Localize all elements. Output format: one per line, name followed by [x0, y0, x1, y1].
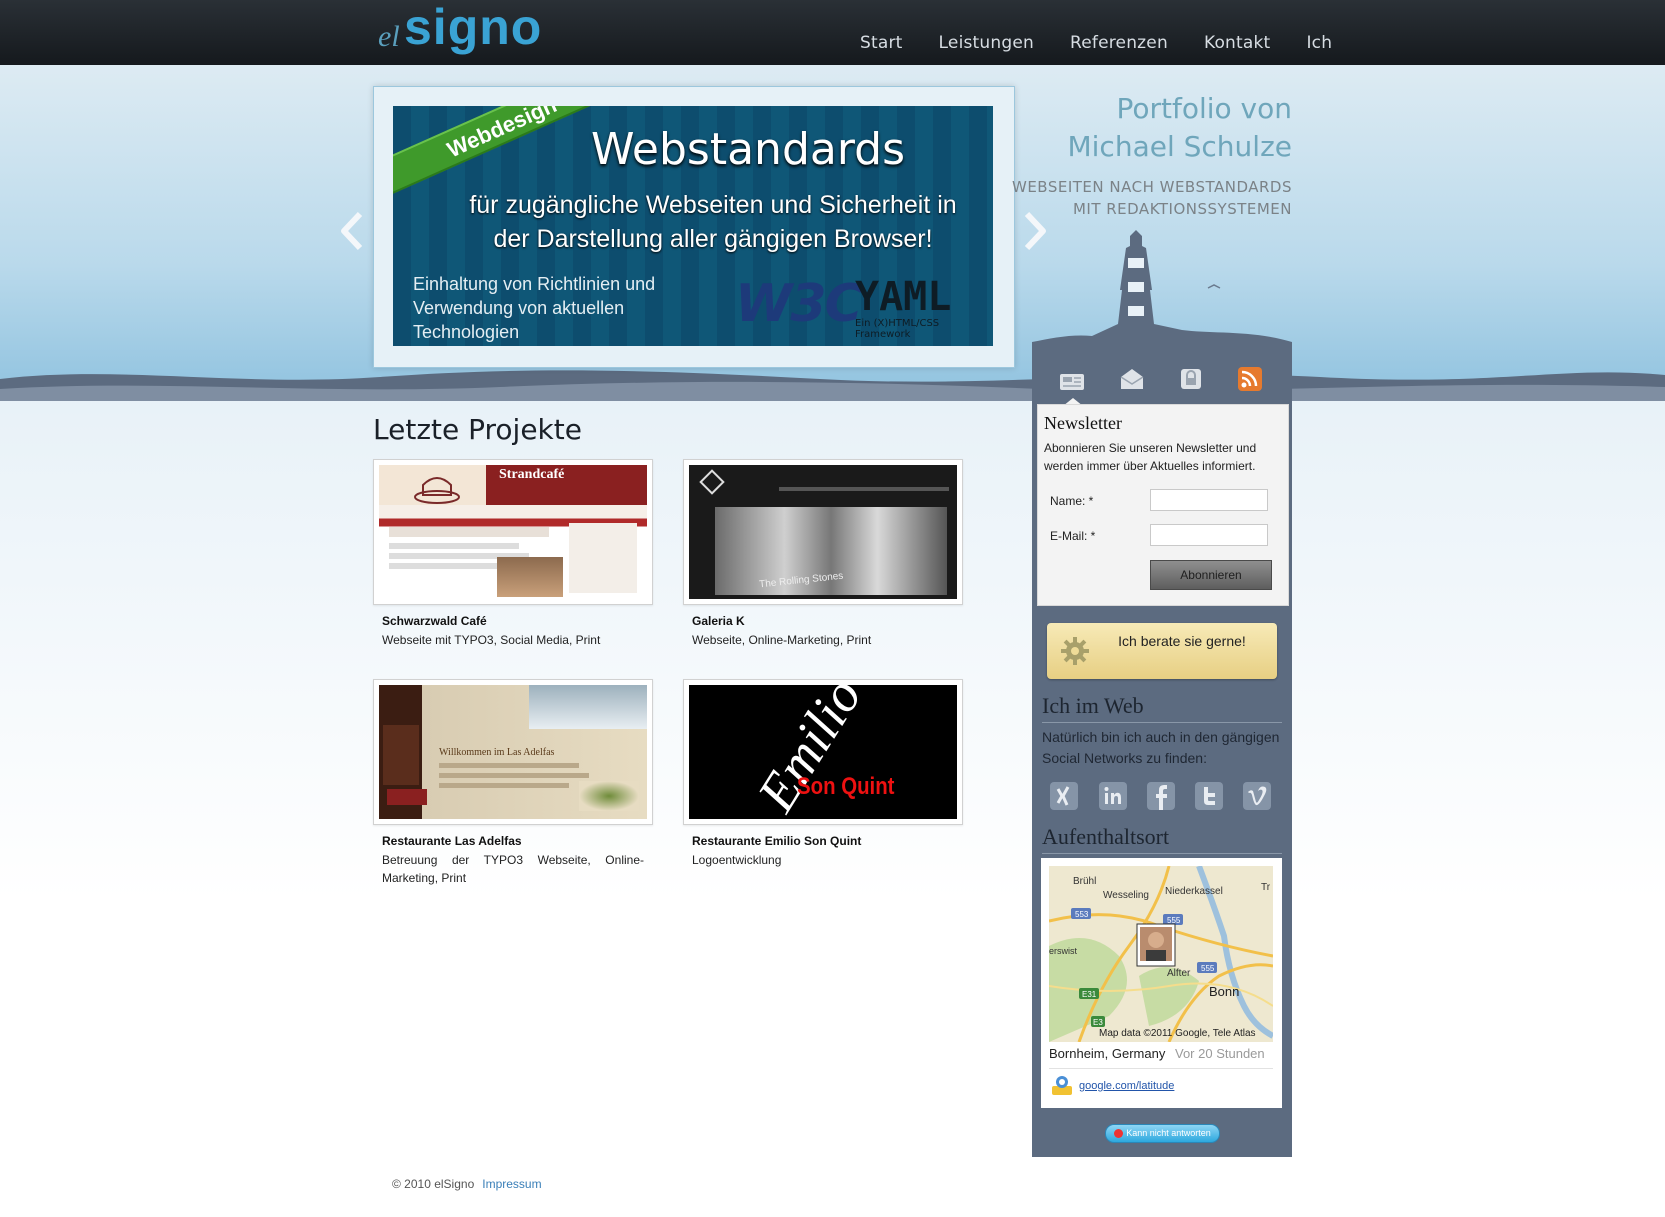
schwarzwald-shot-title: Strandcafé: [499, 467, 565, 482]
tagline-line2: Michael Schulze: [1067, 130, 1292, 163]
latitude-widget: Brühl Wesseling Niederkassel Tr 553 555 …: [1041, 858, 1282, 1108]
subscribe-button[interactable]: Abonnieren: [1150, 560, 1272, 590]
facebook-icon[interactable]: [1146, 781, 1176, 811]
slide-title: Webstandards: [590, 124, 905, 175]
slider-prev-arrow-icon[interactable]: [338, 211, 366, 251]
project-thumbnail-schwarzwald[interactable]: Strandcafé: [373, 459, 653, 605]
consulting-banner-text: Ich berate sie gerne!: [1118, 633, 1246, 649]
name-input[interactable]: [1150, 489, 1268, 511]
slide-webstandards[interactable]: Webdesign Webstandards für zugängliche W…: [393, 106, 993, 346]
w3c-logo: W3C: [735, 274, 863, 334]
location-place: Bornheim, Germany: [1049, 1046, 1166, 1061]
status-text: Kann nicht antworten: [1126, 1128, 1211, 1138]
newsletter-text: Abonnieren Sie unseren Newsletter und we…: [1044, 441, 1257, 473]
tagline-line1: Portfolio von: [1116, 92, 1292, 125]
map-label-bonn: Bonn: [1209, 984, 1239, 999]
nav-item-kontakt[interactable]: Kontakt: [1204, 33, 1270, 53]
top-navigation-bar: el signo Start Leistungen Referenzen Kon…: [0, 0, 1665, 65]
tagline-line3: WEBSEITEN NACH WEBSTANDARDS: [1011, 178, 1292, 196]
lock-icon[interactable]: [1177, 366, 1205, 392]
latitude-icon: [1052, 1076, 1072, 1095]
schwarzwald-screenshot: Strandcafé: [379, 465, 647, 599]
project-title-schwarzwald[interactable]: Schwarzwald Café: [382, 614, 487, 628]
emilio-screenshot: Emilio Son Quint: [689, 685, 957, 819]
emilio-logo-son-quint: Son Quint: [797, 773, 895, 800]
xing-icon[interactable]: [1049, 781, 1079, 811]
project-desc-las-adelfas: Betreuung der TYPO3 Webseite, Online-Mar…: [382, 853, 644, 885]
map-label-niederkassel: Niederkassel: [1165, 886, 1223, 897]
tagline-line4: MIT REDAKTIONSSYSTEMEN: [1072, 200, 1292, 218]
slide-small-text: Einhaltung von Richtlinien und Verwendun…: [413, 274, 656, 342]
map-label-e31: E31: [1082, 990, 1097, 999]
project-desc-schwarzwald: Webseite mit TYPO3, Social Media, Print: [382, 633, 601, 647]
project-desc-galeria-k: Webseite, Online-Marketing, Print: [692, 633, 872, 647]
newsletter-form: Newsletter Abonnieren Sie unseren Newsle…: [1037, 404, 1289, 606]
news-icon[interactable]: [1058, 368, 1086, 394]
google-latitude-link[interactable]: google.com/latitude: [1079, 1080, 1174, 1092]
footer-copyright: © 2010 elSigno: [392, 1177, 475, 1191]
map-label-tr: Tr: [1261, 882, 1271, 893]
mail-icon[interactable]: [1118, 366, 1146, 392]
email-input[interactable]: [1150, 524, 1268, 546]
nav-item-start[interactable]: Start: [860, 33, 903, 53]
vimeo-icon[interactable]: [1242, 781, 1272, 811]
map-label-alfter: Alfter: [1167, 968, 1191, 979]
location-time: Vor 20 Stunden: [1175, 1046, 1265, 1061]
galeria-k-screenshot: The Rolling Stones: [689, 465, 957, 599]
logo-el-text: el: [378, 20, 400, 53]
las-adelfas-screenshot: Willkommen im Las Adelfas: [379, 685, 647, 819]
project-thumbnail-galeria-k[interactable]: The Rolling Stones: [683, 459, 963, 605]
main-nav: Start Leistungen Referenzen Kontakt Ich: [860, 33, 1368, 53]
status-badge[interactable]: Kann nicht antworten: [1105, 1124, 1220, 1143]
hero-slider: Webdesign Webstandards für zugängliche W…: [373, 86, 1015, 368]
social-text: Natürlich bin ich auch in den gängigen S…: [1042, 729, 1280, 766]
logo-signo-text: signo: [404, 0, 543, 55]
map-attribution: Map data ©2011 Google, Tele Atlas: [1099, 1028, 1256, 1039]
twitter-icon[interactable]: [1194, 781, 1224, 811]
nav-item-ich[interactable]: Ich: [1306, 33, 1332, 53]
newsletter-title: Newsletter: [1044, 413, 1122, 433]
divider: [1049, 1068, 1273, 1069]
name-label: Name: *: [1050, 494, 1094, 508]
map-label-555-b: 555: [1201, 964, 1215, 973]
project-desc-emilio: Logoentwicklung: [692, 853, 782, 867]
yaml-logo: YAML: [855, 274, 952, 320]
map-label-e3: E3: [1093, 1018, 1103, 1027]
portfolio-tagline: Portfolio von Michael Schulze WEBSEITEN …: [1012, 90, 1292, 220]
footer: © 2010 elSigno Impressum: [392, 1177, 542, 1191]
project-title-emilio[interactable]: Restaurante Emilio Son Quint: [692, 834, 861, 848]
impressum-link[interactable]: Impressum: [482, 1177, 541, 1191]
location-heading: Aufenthaltsort: [1042, 824, 1282, 854]
gear-icon: [1061, 637, 1089, 665]
projects-heading: Letzte Projekte: [373, 413, 582, 446]
map-label-wesseling: Wesseling: [1103, 890, 1149, 901]
map-label-bruehl: Brühl: [1073, 876, 1096, 887]
linkedin-icon[interactable]: [1098, 781, 1128, 811]
nav-item-leistungen[interactable]: Leistungen: [939, 33, 1034, 53]
map-label-553: 553: [1075, 910, 1089, 919]
hero-wave: [0, 370, 1665, 401]
project-title-las-adelfas[interactable]: Restaurante Las Adelfas: [382, 834, 522, 848]
las-adelfas-shot-title: Willkommen im Las Adelfas: [439, 747, 555, 758]
slide-subtitle: für zugängliche Webseiten und Sicherheit…: [469, 191, 957, 253]
project-thumbnail-emilio[interactable]: Emilio Son Quint: [683, 679, 963, 825]
rss-icon[interactable]: [1236, 366, 1264, 392]
consulting-banner-button[interactable]: Ich berate sie gerne!: [1047, 623, 1277, 679]
yaml-logo-subtitle: Ein (X)HTML/CSS Framework: [855, 318, 940, 340]
location-map[interactable]: Brühl Wesseling Niederkassel Tr 553 555 …: [1049, 866, 1273, 1042]
project-title-galeria-k[interactable]: Galeria K: [692, 614, 745, 628]
email-label: E-Mail: *: [1050, 529, 1096, 543]
nav-item-referenzen[interactable]: Referenzen: [1070, 33, 1168, 53]
status-busy-icon: [1114, 1129, 1124, 1139]
map-label-erswist: erswist: [1049, 946, 1078, 956]
social-heading: Ich im Web: [1042, 693, 1282, 723]
project-thumbnail-las-adelfas[interactable]: Willkommen im Las Adelfas: [373, 679, 653, 825]
